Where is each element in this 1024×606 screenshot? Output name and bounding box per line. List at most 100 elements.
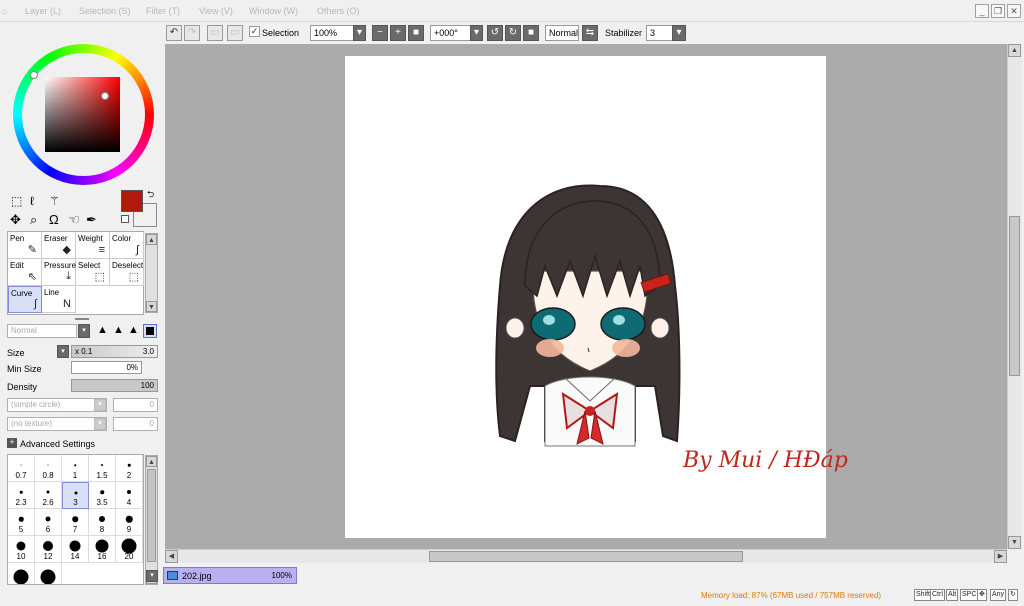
brush-size-12[interactable]: 12 [35,536,62,563]
horizontal-scroll-thumb[interactable] [429,551,743,562]
tool-grid-scrollbar[interactable]: ▲ ▼ [145,233,158,313]
brush-size-3[interactable]: 3 [62,482,89,509]
square-edge-shape-icon[interactable] [143,324,157,338]
restore-button[interactable]: ❐ [991,4,1005,18]
brush-size-8[interactable]: 8 [89,509,116,536]
brush-size-2.6[interactable]: 2.6 [35,482,62,509]
zoom-out-icon[interactable]: − [372,25,388,41]
brush-size-14[interactable]: 14 [62,536,89,563]
size-multiplier-dropdown-icon[interactable]: ▾ [57,345,69,358]
scroll-down-icon[interactable]: ▼ [1008,536,1021,549]
menu-window[interactable]: Window (W) [249,6,298,16]
reset-colors-icon[interactable] [121,215,129,223]
redo-icon[interactable]: ↷ [184,25,200,41]
tool-color[interactable]: Color ∫ [110,232,144,259]
flip-horizontal-icon[interactable]: ⇆ [582,25,598,41]
brush-size-6[interactable]: 6 [35,509,62,536]
menu-layer[interactable]: Layer (L) [25,6,61,16]
close-button[interactable]: ✕ [1007,4,1021,18]
rotation-reset-icon[interactable]: ■ [523,25,539,41]
swap-colors-icon[interactable]: ⮌ [147,187,154,203]
brush-size-4[interactable]: 4 [116,482,143,509]
brush-grid-menu-icon[interactable]: ▾ [146,570,158,582]
advanced-settings-label[interactable]: Advanced Settings [20,439,95,449]
vertical-scrollbar[interactable]: ▲ ▼ [1007,44,1022,549]
tool-deselect[interactable]: Deselect ⬚ [110,259,144,286]
brush-size-10[interactable]: 10 [8,536,35,563]
brush-size-large-20[interactable] [8,563,35,584]
brush-size-20[interactable]: 20 [116,536,143,563]
min-size-slider[interactable]: 0% [71,361,142,374]
menu-view[interactable]: View (V) [199,6,233,16]
foreground-color-swatch[interactable] [121,190,143,212]
brush-texture-dropdown-icon[interactable]: ▾ [94,418,106,430]
brush-size-3.5[interactable]: 3.5 [89,482,116,509]
brush-shape-dropdown-icon[interactable]: ▾ [94,399,106,411]
saturation-value-square[interactable] [45,77,120,152]
hue-picker-cursor[interactable] [30,71,38,79]
brush-texture-strength[interactable]: 0 [113,417,158,431]
document-tab[interactable]: 202.jpg 100% [163,567,297,584]
hand-icon[interactable]: ☜ [68,212,80,228]
hand-rotate-icon[interactable]: Ω [49,212,59,227]
menu-selection[interactable]: Selection (S) [79,6,131,16]
deselect-icon[interactable]: ▭ [207,25,223,41]
scroll-right-icon[interactable]: ▶ [994,550,1007,563]
tool-edit[interactable]: Edit ⇖ [8,259,42,286]
app-menu-icon[interactable]: ⌂ [2,6,7,16]
brush-size-16[interactable]: 16 [89,536,116,563]
canvas-paper[interactable]: By Mui / HĐáp [345,56,848,538]
tool-eraser[interactable]: Eraser ◆ [42,232,76,259]
medium-edge-shape-icon[interactable]: ▲ [113,324,124,336]
horizontal-scrollbar[interactable]: ◀ ▶ [165,549,1007,563]
brush-grid-scrollbar[interactable]: ▲ ▼ [145,455,158,585]
brush-size-2[interactable]: 2 [116,455,143,482]
brush-texture-select[interactable]: (no texture) [7,417,107,431]
brush-size-large-21[interactable] [35,563,62,584]
tool-pen[interactable]: Pen ✎ [8,232,42,259]
eyedropper-icon[interactable]: ✒ [86,212,97,228]
brush-shape-strength[interactable]: 0 [113,398,158,412]
blend-mode-select[interactable]: Normal [545,25,579,41]
brush-size-0.8[interactable]: 0.8 [35,455,62,482]
menu-others[interactable]: Others (O) [317,6,360,16]
scroll-left-icon[interactable]: ◀ [165,550,178,563]
color-picker-cursor[interactable] [101,92,109,100]
brush-size-2.3[interactable]: 2.3 [8,482,35,509]
rotate-right-icon[interactable]: ↻ [505,25,521,41]
hard-edge-shape-icon[interactable]: ▲ [97,324,108,336]
tool-pressure[interactable]: Pressure ⤓ [42,259,76,286]
vertical-scroll-thumb[interactable] [1009,216,1020,376]
stabilizer-dropdown-icon[interactable]: ▾ [672,25,686,41]
brush-blend-dropdown-icon[interactable]: ▾ [78,324,90,338]
brush-size-1.5[interactable]: 1.5 [89,455,116,482]
expand-plus-icon[interactable]: + [7,438,17,448]
invert-selection-icon[interactable]: ▭ [227,25,243,41]
zoom-dropdown-icon[interactable]: ▾ [353,25,366,41]
brush-size-0.7[interactable]: 0.7 [8,455,35,482]
soft-edge-shape-icon[interactable]: ▲ [128,324,139,336]
move-icon[interactable]: ✥ [10,212,21,228]
rotation-dropdown-icon[interactable]: ▾ [470,25,483,41]
canvas-area[interactable]: By Mui / HĐáp [165,44,1007,549]
rotate-left-icon[interactable]: ↺ [487,25,503,41]
menu-filter[interactable]: Filter (T) [146,6,180,16]
zoom-in-icon[interactable]: + [390,25,406,41]
tool-weight[interactable]: Weight ≡ [76,232,110,259]
undo-icon[interactable]: ↶ [166,25,182,41]
tool-curve[interactable]: Curve ∫ [8,286,42,313]
brush-size-5[interactable]: 5 [8,509,35,536]
tool-line[interactable]: Line N [42,286,76,313]
brush-blend-mode-select[interactable]: Normal [7,324,77,338]
brush-shape-select[interactable]: (simple circle) [7,398,107,412]
selection-checkbox[interactable]: ✓ [249,26,260,37]
panel-splitter[interactable] [75,318,89,320]
tool-select[interactable]: Select ⬚ [76,259,110,286]
minimize-button[interactable]: _ [975,4,989,18]
brush-size-9[interactable]: 9 [116,509,143,536]
size-slider[interactable]: x 0.1 3.0 [71,345,158,358]
brush-size-7[interactable]: 7 [62,509,89,536]
magic-wand-icon[interactable]: ⚚ [49,194,60,208]
zoom-icon[interactable]: ⌕ [30,212,37,228]
zoom-reset-icon[interactable]: ■ [408,25,424,41]
